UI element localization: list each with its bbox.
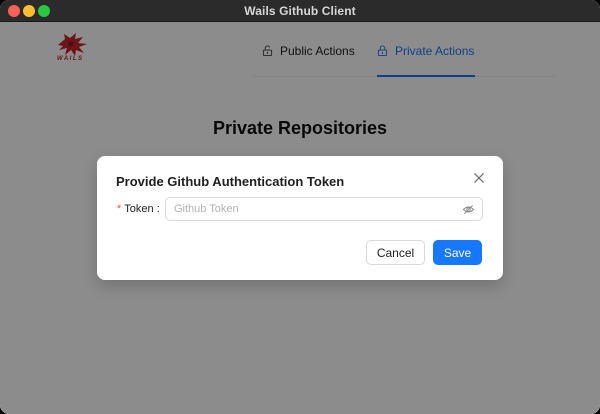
token-label-text: Token	[124, 203, 154, 215]
token-input[interactable]	[174, 200, 454, 218]
close-icon[interactable]	[472, 171, 486, 185]
token-label: * Token :	[117, 203, 160, 215]
title-bar[interactable]: Wails Github Client	[0, 0, 600, 22]
eye-invisible-icon[interactable]	[462, 203, 475, 216]
token-modal: Provide Github Authentication Token * Tok…	[97, 156, 503, 280]
save-button[interactable]: Save	[433, 240, 482, 265]
window-title: Wails Github Client	[244, 4, 356, 18]
token-field[interactable]	[165, 197, 483, 221]
cancel-button[interactable]: Cancel	[366, 240, 425, 265]
app-window: Wails Github Client WAILS Public Actions	[0, 0, 600, 414]
required-mark: *	[117, 203, 122, 215]
token-label-colon: :	[156, 203, 160, 215]
modal-title: Provide Github Authentication Token	[116, 174, 345, 189]
